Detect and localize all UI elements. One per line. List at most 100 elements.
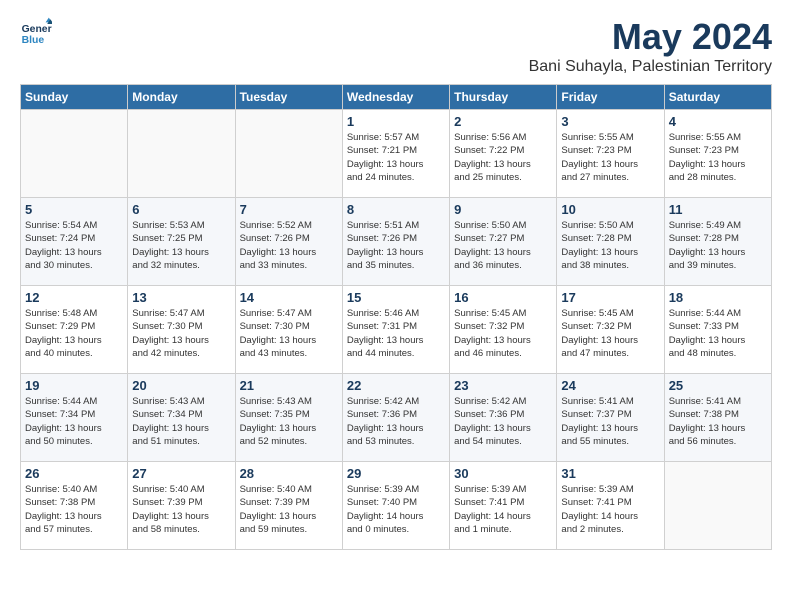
calendar-week-row: 19Sunrise: 5:44 AM Sunset: 7:34 PM Dayli… [21, 374, 772, 462]
day-number: 18 [669, 290, 767, 305]
svg-text:Blue: Blue [22, 35, 45, 46]
calendar-cell: 23Sunrise: 5:42 AM Sunset: 7:36 PM Dayli… [450, 374, 557, 462]
calendar-cell: 1 Sunrise: 5:57 AM Sunset: 7:21 PM Daylig… [342, 110, 449, 198]
day-number: 29 [347, 466, 445, 481]
day-info: Sunrise: 5:43 AM Sunset: 7:34 PM Dayligh… [132, 395, 230, 448]
calendar-cell: 16 Sunrise: 5:45 AM Sunset: 7:32 PM Dayli… [450, 286, 557, 374]
day-info: Sunrise: 5:39 AM Sunset: 7:41 PM Dayligh… [561, 483, 659, 536]
day-info: Sunrise: 5:41 AM Sunset: 7:37 PM Dayligh… [561, 395, 659, 448]
day-info: Sunrise: 5:40 AM Sunset: 7:38 PM Dayligh… [25, 483, 123, 536]
day-info: Sunrise: 5:54 AM Sunset: 7:24 PM Dayligh… [25, 219, 123, 272]
calendar-cell: 9 Sunrise: 5:50 AM Sunset: 7:27 PM Daylig… [450, 198, 557, 286]
calendar-cell [21, 110, 128, 198]
calendar-cell: 28 Sunrise: 5:40 AM Sunset: 7:39 PM Dayli… [235, 462, 342, 550]
day-info: Sunrise: 5:47 AM Sunset: 7:30 PM Dayligh… [132, 307, 230, 360]
day-info: Sunrise: 5:53 AM Sunset: 7:25 PM Dayligh… [132, 219, 230, 272]
logo-icon: General Blue [20, 16, 52, 48]
day-info: Sunrise: 5:39 AM Sunset: 7:41 PM Dayligh… [454, 483, 552, 536]
day-of-week-header: Monday [128, 85, 235, 110]
day-of-week-header: Friday [557, 85, 664, 110]
day-of-week-header: Saturday [664, 85, 771, 110]
calendar-cell: 22 Sunrise: 5:42 AM Sunset: 7:36 PM Dayli… [342, 374, 449, 462]
day-number: 14 [240, 290, 338, 305]
day-info: Sunrise: 5:40 AM Sunset: 7:39 PM Dayligh… [240, 483, 338, 536]
day-info: Sunrise: 5:42 AM Sunset: 7:36 PM Dayligh… [347, 395, 445, 448]
day-info: Sunrise: 5:39 AM Sunset: 7:40 PM Dayligh… [347, 483, 445, 536]
day-number: 22 [347, 378, 445, 393]
calendar-cell: 3 Sunrise: 5:55 AM Sunset: 7:23 PM Daylig… [557, 110, 664, 198]
day-info: Sunrise: 5:40 AM Sunset: 7:39 PM Dayligh… [132, 483, 230, 536]
calendar-cell: 15Sunrise: 5:46 AM Sunset: 7:31 PM Dayli… [342, 286, 449, 374]
day-info: Sunrise: 5:50 AM Sunset: 7:27 PM Dayligh… [454, 219, 552, 272]
day-number: 24 [561, 378, 659, 393]
day-number: 9 [454, 202, 552, 217]
day-info: Sunrise: 5:55 AM Sunset: 7:23 PM Dayligh… [561, 131, 659, 184]
day-number: 16 [454, 290, 552, 305]
day-info: Sunrise: 5:57 AM Sunset: 7:21 PM Dayligh… [347, 131, 445, 184]
day-number: 28 [240, 466, 338, 481]
day-info: Sunrise: 5:45 AM Sunset: 7:32 PM Dayligh… [454, 307, 552, 360]
calendar-cell: 26 Sunrise: 5:40 AM Sunset: 7:38 PM Dayli… [21, 462, 128, 550]
day-of-week-header: Sunday [21, 85, 128, 110]
day-number: 2 [454, 114, 552, 129]
calendar-cell: 21 Sunrise: 5:43 AM Sunset: 7:35 PM Dayli… [235, 374, 342, 462]
day-info: Sunrise: 5:41 AM Sunset: 7:38 PM Dayligh… [669, 395, 767, 448]
calendar-cell: 31Sunrise: 5:39 AM Sunset: 7:41 PM Dayli… [557, 462, 664, 550]
day-number: 11 [669, 202, 767, 217]
day-number: 21 [240, 378, 338, 393]
calendar-title: May 2024 [529, 16, 772, 58]
day-info: Sunrise: 5:47 AM Sunset: 7:30 PM Dayligh… [240, 307, 338, 360]
day-number: 8 [347, 202, 445, 217]
calendar-cell: 18 Sunrise: 5:44 AM Sunset: 7:33 PM Dayli… [664, 286, 771, 374]
day-number: 20 [132, 378, 230, 393]
calendar-week-row: 5 Sunrise: 5:54 AM Sunset: 7:24 PM Daylig… [21, 198, 772, 286]
calendar-cell: 2 Sunrise: 5:56 AM Sunset: 7:22 PM Daylig… [450, 110, 557, 198]
day-info: Sunrise: 5:56 AM Sunset: 7:22 PM Dayligh… [454, 131, 552, 184]
calendar-cell: 7 Sunrise: 5:52 AM Sunset: 7:26 PM Daylig… [235, 198, 342, 286]
calendar-cell: 6 Sunrise: 5:53 AM Sunset: 7:25 PM Daylig… [128, 198, 235, 286]
day-number: 10 [561, 202, 659, 217]
day-number: 13 [132, 290, 230, 305]
day-number: 26 [25, 466, 123, 481]
calendar-cell: 30Sunrise: 5:39 AM Sunset: 7:41 PM Dayli… [450, 462, 557, 550]
day-info: Sunrise: 5:49 AM Sunset: 7:28 PM Dayligh… [669, 219, 767, 272]
calendar-cell: 13 Sunrise: 5:47 AM Sunset: 7:30 PM Dayli… [128, 286, 235, 374]
day-info: Sunrise: 5:52 AM Sunset: 7:26 PM Dayligh… [240, 219, 338, 272]
day-info: Sunrise: 5:45 AM Sunset: 7:32 PM Dayligh… [561, 307, 659, 360]
day-number: 12 [25, 290, 123, 305]
day-number: 25 [669, 378, 767, 393]
day-of-week-header: Tuesday [235, 85, 342, 110]
calendar-week-row: 12Sunrise: 5:48 AM Sunset: 7:29 PM Dayli… [21, 286, 772, 374]
day-info: Sunrise: 5:55 AM Sunset: 7:23 PM Dayligh… [669, 131, 767, 184]
day-number: 23 [454, 378, 552, 393]
day-number: 3 [561, 114, 659, 129]
day-number: 6 [132, 202, 230, 217]
calendar-cell: 11 Sunrise: 5:49 AM Sunset: 7:28 PM Dayli… [664, 198, 771, 286]
calendar-body: 1 Sunrise: 5:57 AM Sunset: 7:21 PM Daylig… [21, 110, 772, 550]
calendar-cell [664, 462, 771, 550]
calendar-cell: 4 Sunrise: 5:55 AM Sunset: 7:23 PM Daylig… [664, 110, 771, 198]
day-info: Sunrise: 5:43 AM Sunset: 7:35 PM Dayligh… [240, 395, 338, 448]
day-of-week-header: Thursday [450, 85, 557, 110]
day-number: 7 [240, 202, 338, 217]
calendar-table: SundayMondayTuesdayWednesdayThursdayFrid… [20, 84, 772, 550]
day-info: Sunrise: 5:44 AM Sunset: 7:33 PM Dayligh… [669, 307, 767, 360]
calendar-cell: 29 Sunrise: 5:39 AM Sunset: 7:40 PM Dayli… [342, 462, 449, 550]
logo: General Blue [20, 16, 52, 48]
calendar-subtitle: Bani Suhayla, Palestinian Territory [529, 58, 772, 76]
day-number: 4 [669, 114, 767, 129]
svg-text:General: General [22, 24, 52, 35]
calendar-cell: 8Sunrise: 5:51 AM Sunset: 7:26 PM Daylig… [342, 198, 449, 286]
day-info: Sunrise: 5:44 AM Sunset: 7:34 PM Dayligh… [25, 395, 123, 448]
page-header: General Blue May 2024 Bani Suhayla, Pale… [20, 16, 772, 76]
title-block: May 2024 Bani Suhayla, Palestinian Terri… [529, 16, 772, 76]
day-number: 5 [25, 202, 123, 217]
calendar-cell: 10 Sunrise: 5:50 AM Sunset: 7:28 PM Dayli… [557, 198, 664, 286]
calendar-week-row: 26 Sunrise: 5:40 AM Sunset: 7:38 PM Dayli… [21, 462, 772, 550]
calendar-cell: 14 Sunrise: 5:47 AM Sunset: 7:30 PM Dayli… [235, 286, 342, 374]
calendar-cell: 24 Sunrise: 5:41 AM Sunset: 7:37 PM Dayli… [557, 374, 664, 462]
day-info: Sunrise: 5:50 AM Sunset: 7:28 PM Dayligh… [561, 219, 659, 272]
day-of-week-header: Wednesday [342, 85, 449, 110]
day-number: 1 [347, 114, 445, 129]
calendar-week-row: 1 Sunrise: 5:57 AM Sunset: 7:21 PM Daylig… [21, 110, 772, 198]
